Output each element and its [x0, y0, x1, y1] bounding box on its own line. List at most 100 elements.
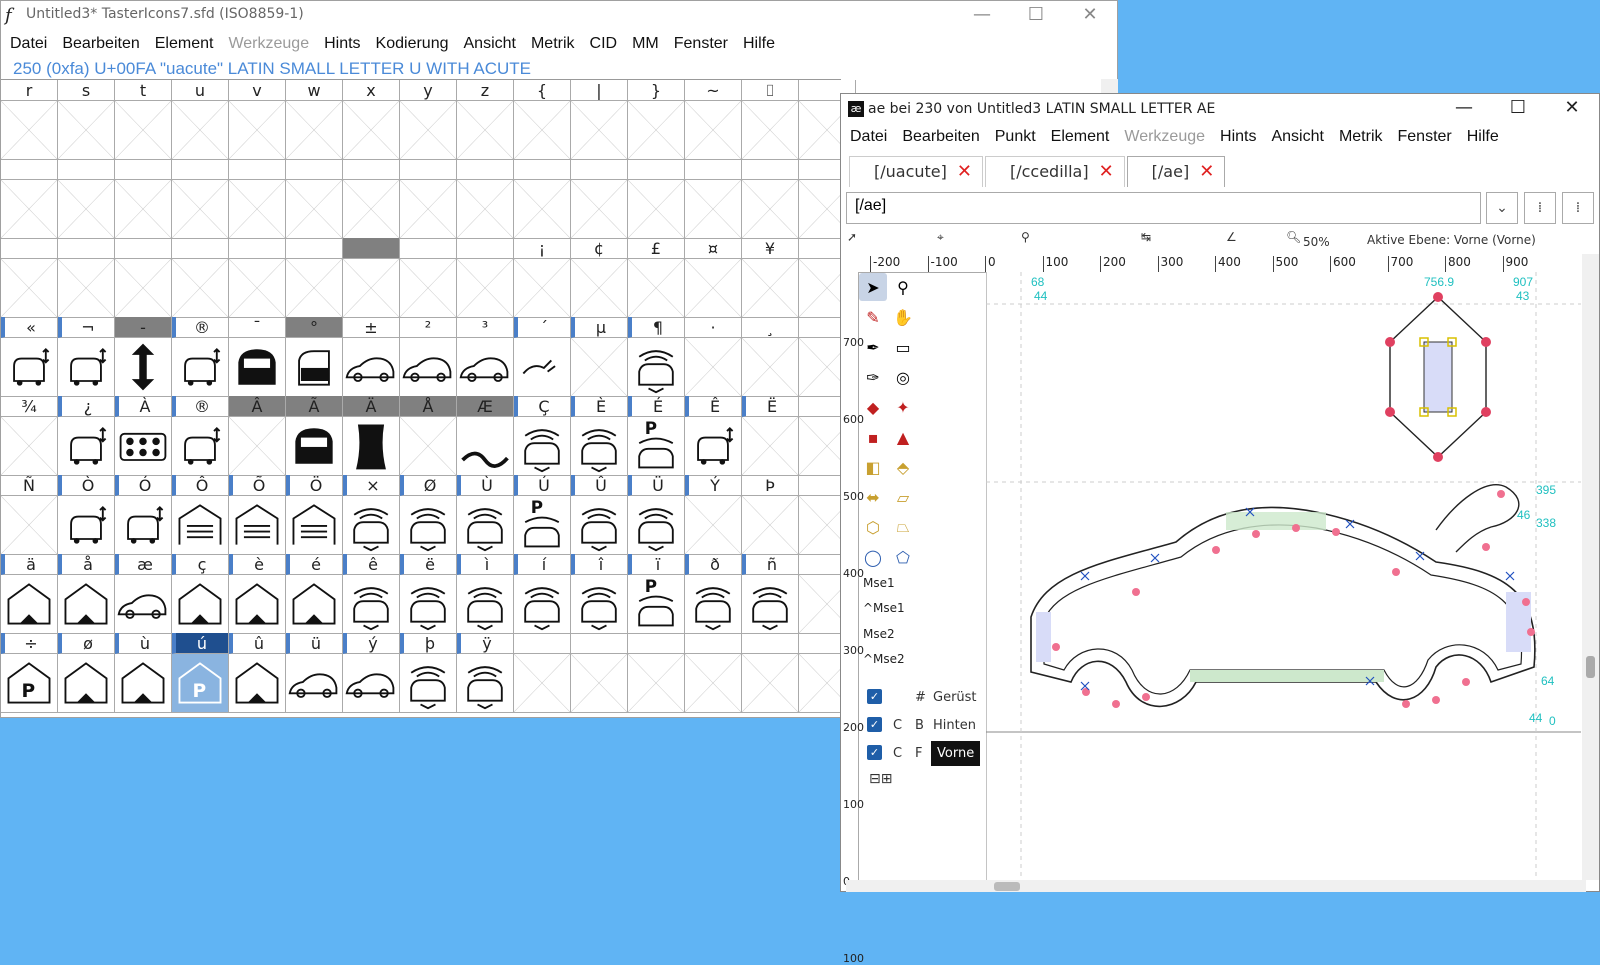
glyph-cell[interactable]: È	[571, 396, 628, 476]
menu-kodierung[interactable]: Kodierung	[367, 31, 455, 57]
glyph-cell[interactable]: r	[1, 80, 58, 160]
pointer-tool-icon[interactable]: ➤	[859, 273, 887, 301]
glyph-cell[interactable]: ð	[685, 554, 742, 634]
menu-werkzeuge[interactable]: Werkzeuge	[219, 31, 315, 57]
glyph-cell[interactable]	[58, 159, 115, 239]
glyph-cell[interactable]: v	[229, 80, 286, 160]
layer-visible-checkbox[interactable]: ✓	[867, 745, 882, 760]
glyph-cell[interactable]: Ç	[514, 396, 571, 476]
curve-point-icon[interactable]: ◆	[859, 393, 887, 421]
glyph-cell[interactable]	[115, 238, 172, 318]
menu-datei[interactable]: Datei	[1, 31, 53, 57]
glyph-cell[interactable]: Æ	[457, 396, 514, 476]
menu-fenster[interactable]: Fenster	[1389, 124, 1458, 150]
glyph-cell[interactable]: ë	[400, 554, 457, 634]
glyph-cell[interactable]: è	[229, 554, 286, 634]
glyph-cell[interactable]: ê	[343, 554, 400, 634]
glyph-tab[interactable]: [/uacute] ✕	[849, 156, 983, 187]
glyph-cell[interactable]: ÿ	[457, 633, 514, 713]
glyph-edit-canvas[interactable]: 68 44 756.9 907 43 395 46 338 64 44 0	[985, 272, 1581, 880]
hand-tool-icon[interactable]: ✋	[889, 303, 917, 331]
glyph-cell[interactable]: Å	[400, 396, 457, 476]
glyph-cell[interactable]: x	[343, 80, 400, 160]
glyph-cell[interactable]: Ü	[628, 475, 685, 555]
knife-tool-icon[interactable]: ✒	[859, 333, 887, 361]
spiro-tool-icon[interactable]: ◎	[889, 363, 917, 391]
glyph-cell[interactable]: ²	[400, 317, 457, 397]
glyph-cell[interactable]: ÷ P	[1, 633, 58, 713]
freehand-tool-icon[interactable]: ✎	[859, 303, 887, 331]
glyph-cell[interactable]: °	[286, 317, 343, 397]
scrollbar-thumb[interactable]	[994, 882, 1020, 891]
glyph-cell[interactable]	[115, 159, 172, 239]
glyph-cell[interactable]	[343, 238, 400, 318]
glyph-cell[interactable]	[628, 633, 685, 713]
menu-bearbeiten[interactable]: Bearbeiten	[893, 124, 985, 150]
glyph-cell[interactable]	[1, 238, 58, 318]
ruler-tool-icon[interactable]: ▭	[889, 333, 917, 361]
glyph-cell[interactable]: -	[115, 317, 172, 397]
glyph-cell[interactable]: ¢	[571, 238, 628, 318]
menu-mm[interactable]: MM	[623, 31, 665, 57]
layer-row-fore[interactable]: ✓ C F Vorne	[863, 741, 983, 767]
glyph-cell[interactable]	[571, 159, 628, 239]
glyph-cell[interactable]	[628, 159, 685, 239]
glyph-cell[interactable]: ñ	[742, 554, 799, 634]
glyph-cell[interactable]: ç	[172, 554, 229, 634]
glyph-cell[interactable]: Ø	[400, 475, 457, 555]
canvas-horizontal-scrollbar[interactable]	[846, 880, 1586, 892]
glyph-cell[interactable]: ïP	[628, 554, 685, 634]
hv-curve-point-icon[interactable]: ✦	[889, 393, 917, 421]
glyph-cell[interactable]: ®	[172, 317, 229, 397]
glyph-cell[interactable]: s	[58, 80, 115, 160]
layer-row-back[interactable]: ✓ C B Hinten	[863, 713, 983, 739]
glyph-cell[interactable]: ´	[514, 317, 571, 397]
glyph-cell[interactable]	[286, 238, 343, 318]
glyph-cell[interactable]: Ã	[286, 396, 343, 476]
layer-visible-checkbox[interactable]: ✓	[867, 689, 882, 704]
glyph-cell[interactable]: ¯	[229, 317, 286, 397]
canvas-vertical-scrollbar[interactable]	[1582, 254, 1599, 880]
flip-tool-icon[interactable]: ⬌	[859, 483, 887, 511]
corner-point-icon[interactable]: ▪	[859, 423, 887, 451]
glyph-cell[interactable]: ¤	[685, 238, 742, 318]
glyph-cell[interactable]	[400, 159, 457, 239]
glyph-cell[interactable]: ¡	[514, 238, 571, 318]
rotate-tool-icon[interactable]: ⬘	[889, 453, 917, 481]
glyph-cell[interactable]: Ò	[58, 475, 115, 555]
glyph-cell[interactable]: ±	[343, 317, 400, 397]
glyph-cell[interactable]	[457, 159, 514, 239]
glyph-cell[interactable]	[685, 633, 742, 713]
glyph-cell[interactable]: ¸	[742, 317, 799, 397]
glyph-cell[interactable]	[1, 159, 58, 239]
polygon-tool-icon[interactable]: ⬠	[889, 543, 917, 571]
maximize-button[interactable]: ☐	[1009, 1, 1063, 29]
glyph-cell[interactable]: y	[400, 80, 457, 160]
glyph-cell[interactable]: Â	[229, 396, 286, 476]
glyph-cell[interactable]: æ	[115, 554, 172, 634]
glyph-cell[interactable]: ä	[1, 554, 58, 634]
glyph-cell[interactable]: ù	[115, 633, 172, 713]
glyph-cell[interactable]: ¬	[58, 317, 115, 397]
glyph-cell[interactable]: «	[1, 317, 58, 397]
close-tab-icon[interactable]: ✕	[1199, 157, 1214, 187]
menu-cid[interactable]: CID	[581, 31, 624, 57]
glyph-cell[interactable]	[172, 238, 229, 318]
glyph-cell[interactable]	[286, 159, 343, 239]
pen-tool-icon[interactable]: ✑	[859, 363, 887, 391]
menu-bearbeiten[interactable]: Bearbeiten	[53, 31, 145, 57]
glyph-cell[interactable]: ¶	[628, 317, 685, 397]
glyph-cell[interactable]: ⌷	[742, 80, 799, 160]
next-glyph-button[interactable]: ⁞	[1562, 192, 1594, 224]
glyph-cell[interactable]: ü	[286, 633, 343, 713]
menu-datei[interactable]: Datei	[841, 124, 893, 150]
glyph-tab[interactable]: [/ccedilla] ✕	[984, 156, 1125, 187]
glyph-cell[interactable]: Ù	[457, 475, 514, 555]
glyph-cell[interactable]: Õ	[229, 475, 286, 555]
glyph-cell[interactable]: Ê	[685, 396, 742, 476]
scrollbar-thumb[interactable]	[1586, 656, 1595, 678]
glyph-cell[interactable]: Ä	[343, 396, 400, 476]
menu-element[interactable]: Element	[1042, 124, 1116, 150]
glyph-cell[interactable]: Ô	[172, 475, 229, 555]
menu-werkzeuge[interactable]: Werkzeuge	[1115, 124, 1211, 150]
